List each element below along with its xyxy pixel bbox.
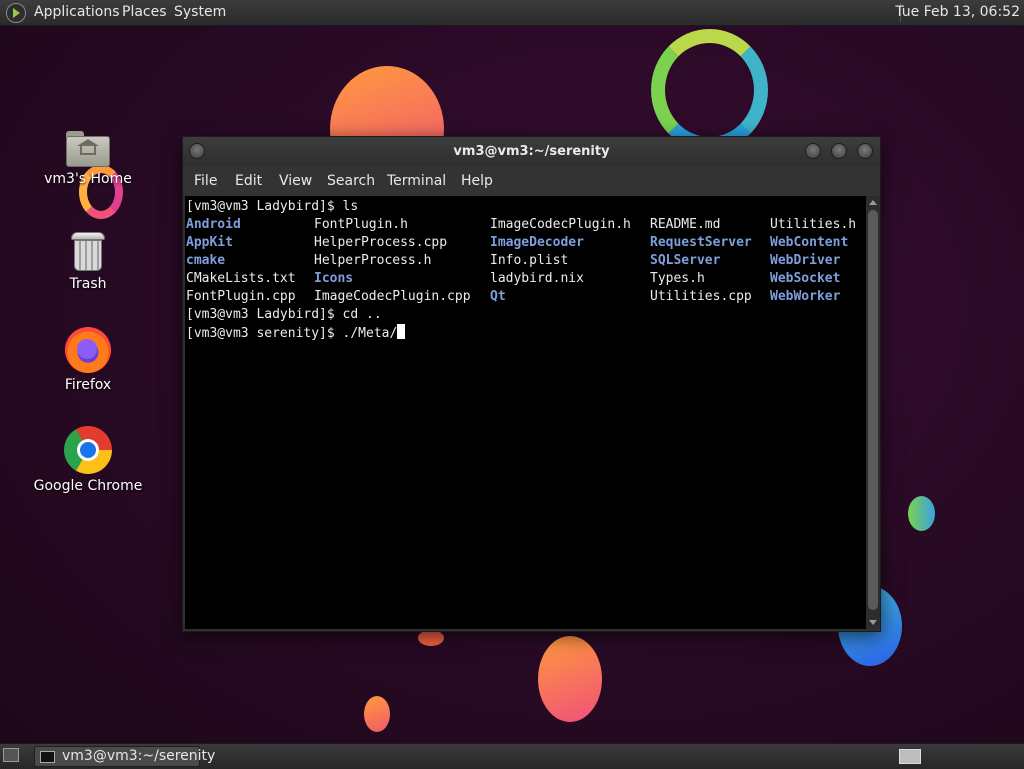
desktop-icon-label: Trash (69, 276, 107, 292)
menu-help[interactable]: Help (461, 173, 493, 189)
terminal-prompt-line[interactable]: [vm3@vm3 serenity]$ ./Meta/ (186, 324, 406, 342)
workspace-switcher[interactable] (899, 749, 921, 764)
window-titlebar[interactable]: vm3@vm3:~/serenity (183, 137, 880, 166)
terminal-scrollbar[interactable] (866, 196, 880, 629)
ls-file-entry: HelperProcess.h (314, 253, 432, 268)
ls-directory-entry: Qt (490, 289, 506, 304)
desktop-icon-label: Google Chrome (33, 478, 143, 494)
ls-directory-entry: cmake (186, 253, 226, 268)
menu-edit[interactable]: Edit (235, 173, 262, 189)
places-menu[interactable]: Places (122, 4, 167, 21)
ls-file-entry: HelperProcess.cpp (314, 235, 448, 250)
taskbar-button-label: vm3@vm3:~/serenity (62, 748, 216, 764)
maximize-icon[interactable] (831, 143, 847, 159)
ls-file-entry: README.md (650, 217, 721, 232)
desktop-icon-label: Firefox (64, 377, 112, 393)
mint-logo-icon[interactable] (6, 3, 26, 23)
ls-directory-entry: WebSocket (770, 271, 841, 286)
terminal-menubar: File Edit View Search Terminal Help (183, 166, 880, 196)
wallpaper-green-ring (651, 29, 768, 151)
scroll-thumb[interactable] (868, 210, 878, 610)
ls-directory-entry: AppKit (186, 235, 233, 250)
desktop-icon-home[interactable]: vm3's Home (33, 129, 143, 187)
bottom-panel: vm3@vm3:~/serenity (0, 743, 1024, 769)
clock[interactable]: Tue Feb 13, 06:52 (895, 4, 1020, 21)
ls-file-entry: Info.plist (490, 253, 569, 268)
ls-directory-entry: RequestServer (650, 235, 752, 250)
ls-file-entry: Utilities.cpp (650, 289, 752, 304)
ls-file-entry: CMakeLists.txt (186, 271, 296, 286)
terminal-line: [vm3@vm3 Ladybird]$ ls (186, 199, 359, 214)
terminal-icon (40, 751, 55, 763)
wallpaper-small-green-blob (908, 496, 935, 531)
ls-file-entry: Types.h (650, 271, 705, 286)
terminal-window[interactable]: vm3@vm3:~/serenity File Edit View Search… (182, 136, 881, 632)
terminal-line: [vm3@vm3 Ladybird]$ cd .. (186, 307, 382, 322)
ls-directory-entry: Icons (314, 271, 354, 286)
ls-file-entry: Utilities.h (770, 217, 857, 232)
wallpaper-red-blob (418, 630, 444, 646)
ls-file-entry: ImageCodecPlugin.h (490, 217, 631, 232)
system-menu[interactable]: System (174, 4, 226, 21)
home-folder-icon (66, 129, 110, 167)
show-desktop-icon[interactable] (3, 748, 19, 762)
desktop-icon-label: vm3's Home (44, 171, 132, 187)
wallpaper-pink-blob (538, 636, 602, 722)
chrome-icon (64, 426, 112, 474)
close-icon[interactable] (857, 143, 873, 159)
menu-file[interactable]: File (194, 173, 217, 189)
ls-file-entry: ladybird.nix (490, 271, 584, 286)
scroll-up-icon[interactable] (869, 200, 877, 205)
taskbar-button-terminal[interactable]: vm3@vm3:~/serenity (34, 746, 215, 767)
ls-directory-entry: SQLServer (650, 253, 721, 268)
ls-file-entry: ImageCodecPlugin.cpp (314, 289, 471, 304)
ls-file-entry: FontPlugin.cpp (186, 289, 296, 304)
wallpaper-small-orange-blob (364, 696, 390, 732)
firefox-icon (65, 327, 111, 373)
ls-directory-entry: WebContent (770, 235, 849, 250)
minimize-icon[interactable] (805, 143, 821, 159)
ls-directory-entry: ImageDecoder (490, 235, 584, 250)
menu-terminal[interactable]: Terminal (387, 173, 446, 189)
scroll-down-icon[interactable] (869, 620, 877, 625)
window-title: vm3@vm3:~/serenity (453, 144, 610, 159)
ls-directory-entry: WebWorker (770, 289, 841, 304)
desktop-icon-trash[interactable]: Trash (33, 230, 143, 292)
text-cursor (397, 324, 406, 339)
menu-view[interactable]: View (279, 173, 312, 189)
ls-directory-entry: Android (186, 217, 241, 232)
terminal-input[interactable]: [vm3@vm3 serenity]$ ./Meta/ (186, 326, 397, 341)
desktop-icon-chrome[interactable]: Google Chrome (33, 426, 143, 494)
ls-directory-entry: WebDriver (770, 253, 841, 268)
top-panel: Applications Places System Tue Feb 13, 0… (0, 0, 1024, 26)
ls-file-entry: FontPlugin.h (314, 217, 408, 232)
trash-icon (71, 230, 105, 272)
menu-search[interactable]: Search (327, 173, 375, 189)
applications-menu[interactable]: Applications (34, 4, 120, 21)
desktop-icon-firefox[interactable]: Firefox (33, 327, 143, 393)
terminal-output[interactable]: [vm3@vm3 Ladybird]$ ls Android AppKit cmak… (185, 196, 866, 629)
clock-applet[interactable]: Tue Feb 13, 06:52 (895, 0, 1024, 25)
